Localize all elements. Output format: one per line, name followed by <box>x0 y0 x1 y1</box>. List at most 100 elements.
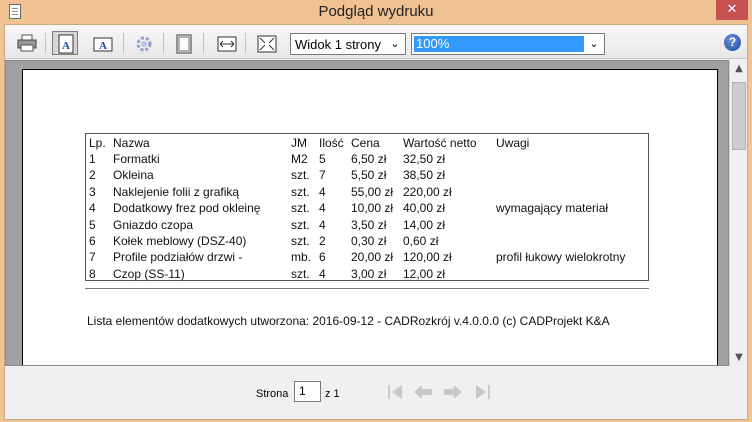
cell-name: Czop (SS-11) <box>113 266 185 281</box>
cell-qty: 7 <box>319 168 326 183</box>
view-mode-select[interactable]: Widok 1 strony ⌄ <box>290 33 406 55</box>
arrow-left-icon <box>414 385 432 399</box>
cell-net-value: 38,50 zł <box>403 168 446 183</box>
cell-price: 0,30 zł <box>351 234 387 248</box>
header-net-value: Wartość netto <box>403 136 477 150</box>
footer-text: Lista elementów dodatkowych utworzona: 2… <box>87 314 610 328</box>
cell-price: 10,00 zł <box>351 201 394 216</box>
cell-lp: 6 <box>89 234 96 248</box>
title-bar: Podgląd wydruku ✕ <box>0 0 752 24</box>
cell-price: 3,00 zł <box>351 266 387 281</box>
page-width-button[interactable] <box>213 31 239 55</box>
whole-page-button[interactable] <box>170 31 196 55</box>
preview-area: Lp. Nazwa JM Ilość Cena Wartość netto Uwagi 1 Fo… <box>5 60 729 366</box>
previous-page-button[interactable] <box>412 382 434 402</box>
help-button[interactable]: ? <box>724 34 741 51</box>
page-navigation: Strona 1 z 1 <box>5 367 747 419</box>
cell-lp: 4 <box>89 201 96 216</box>
header-price: Cena <box>351 136 380 150</box>
scroll-thumb[interactable] <box>732 82 746 150</box>
header-lp: Lp. <box>89 136 106 150</box>
cell-net-value: 120,00 zł <box>403 250 452 265</box>
first-page-button[interactable] <box>384 382 406 402</box>
arrow-right-icon <box>444 385 462 399</box>
cell-name: Formatki <box>113 152 160 166</box>
cell-price: 5,50 zł <box>351 168 387 183</box>
items-table: Lp. Nazwa JM Ilość Cena Wartość netto Uwagi 1 Fo… <box>85 133 649 281</box>
cell-lp: 5 <box>89 217 96 232</box>
fit-page-icon <box>257 35 277 53</box>
cell-price: 3,50 zł <box>351 217 387 232</box>
printer-icon <box>17 34 37 52</box>
cell-qty: 4 <box>319 184 326 199</box>
gear-icon <box>136 36 152 52</box>
header-notes: Uwagi <box>496 136 530 150</box>
cell-notes: wymagający materiał <box>496 201 609 216</box>
scroll-down-icon[interactable]: ▼ <box>730 349 748 366</box>
scroll-up-icon[interactable]: ▲ <box>730 60 748 77</box>
page-width-icon <box>217 36 237 52</box>
cell-unit: mb. <box>291 250 312 265</box>
last-page-button[interactable] <box>472 382 494 402</box>
first-page-icon <box>388 385 402 399</box>
svg-text:A: A <box>62 40 70 52</box>
cell-name: Dodatkowy frez pod okleinę <box>113 201 261 216</box>
cell-name: Naklejenie folii z grafiką <box>113 184 240 199</box>
cell-qty: 6 <box>319 250 326 265</box>
page-input[interactable]: 1 <box>294 381 321 402</box>
cell-lp: 2 <box>89 168 96 183</box>
header-unit: JM <box>291 136 307 150</box>
cell-lp: 7 <box>89 250 96 265</box>
cell-lp: 1 <box>89 152 96 166</box>
landscape-button[interactable]: A <box>89 31 115 55</box>
cell-net-value: 14,00 zł <box>403 217 446 232</box>
cell-net-value: 220,00 zł <box>403 184 452 199</box>
toolbar-separator <box>163 33 164 53</box>
last-page-icon <box>476 385 490 399</box>
print-button[interactable] <box>13 31 39 55</box>
print-preview-window: A A Widok 1 strony ⌄ 100% ⌄ ? Lp. Nazwa … <box>4 24 748 420</box>
cell-qty: 5 <box>319 152 326 166</box>
cell-net-value: 12,00 zł <box>403 266 446 281</box>
cell-price: 6,50 zł <box>351 152 387 166</box>
cell-unit: szt. <box>291 266 310 281</box>
cell-name: Okleina <box>113 168 154 183</box>
close-button[interactable]: ✕ <box>716 0 748 20</box>
toolbar-separator <box>245 33 246 53</box>
portrait-button[interactable]: A <box>52 31 78 55</box>
cell-unit: szt. <box>291 184 310 199</box>
portrait-page-icon: A <box>58 34 74 54</box>
cell-name: Profile podziałów drzwi - <box>113 250 243 265</box>
cell-qty: 2 <box>319 234 326 248</box>
svg-text:A: A <box>99 40 107 52</box>
cell-unit: szt. <box>291 234 310 248</box>
chevron-down-icon[interactable]: ⌄ <box>387 36 403 52</box>
cell-price: 20,00 zł <box>351 250 394 265</box>
header-name: Nazwa <box>113 136 150 150</box>
cell-notes: profil łukowy wielokrotny <box>496 250 626 265</box>
whole-page-icon <box>176 34 192 54</box>
toolbar-separator <box>45 33 46 53</box>
preview-page: Lp. Nazwa JM Ilość Cena Wartość netto Uwagi 1 Fo… <box>22 69 718 365</box>
settings-button[interactable] <box>130 31 156 55</box>
toolbar-separator <box>123 33 124 53</box>
cell-qty: 4 <box>319 201 326 216</box>
page-count: z 1 <box>325 388 340 400</box>
cell-net-value: 32,50 zł <box>403 152 446 166</box>
zoom-select[interactable]: 100% ⌄ <box>411 33 605 55</box>
landscape-page-icon: A <box>93 37 113 52</box>
window-title: Podgląd wydruku <box>318 3 434 20</box>
next-page-button[interactable] <box>442 382 464 402</box>
cell-name: Gniazdo czopa <box>113 217 194 232</box>
fit-page-button[interactable] <box>253 31 279 55</box>
vertical-scrollbar[interactable]: ▲ ▼ <box>729 60 747 366</box>
cell-qty: 4 <box>319 217 326 232</box>
zoom-value: 100% <box>414 36 584 52</box>
cell-qty: 4 <box>319 266 326 281</box>
cell-lp: 8 <box>89 266 96 281</box>
cell-unit: M2 <box>291 152 308 166</box>
header-qty: Ilość <box>319 136 344 150</box>
divider <box>85 288 649 289</box>
chevron-down-icon[interactable]: ⌄ <box>586 36 602 52</box>
cell-unit: szt. <box>291 201 310 216</box>
